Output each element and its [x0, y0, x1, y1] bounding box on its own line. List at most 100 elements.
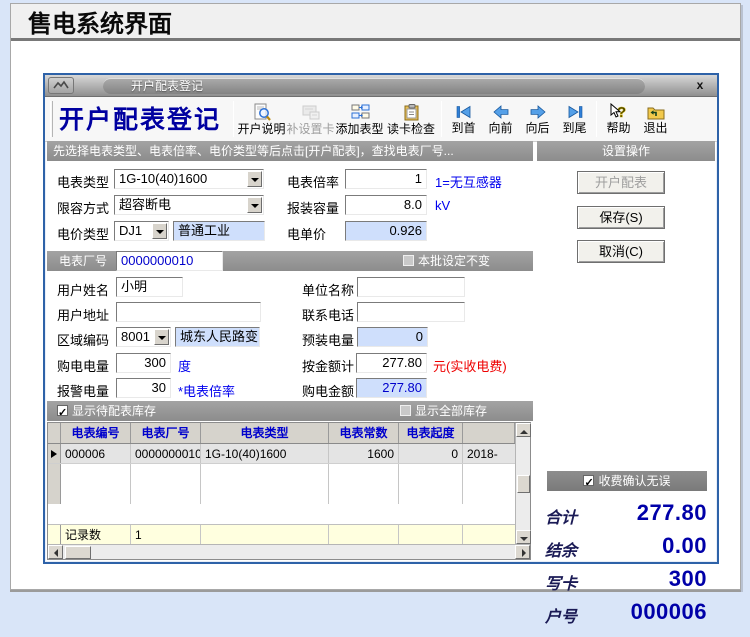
card-setup-icon [302, 105, 320, 119]
window-logo-icon [48, 77, 74, 94]
capacity-input[interactable]: 8.0 [345, 195, 427, 215]
capacity-label: 报装容量 [287, 201, 340, 216]
table-horizontal-scrollbar[interactable] [48, 544, 530, 559]
page-title: 售电系统界面 [11, 4, 740, 41]
scroll-down-icon[interactable] [516, 530, 531, 544]
meter-type-label: 电表类型 [57, 175, 110, 190]
nav-first-icon [456, 105, 470, 119]
exit-button[interactable]: 退出 [637, 98, 674, 140]
region-desc: 城东人民路变 [175, 327, 260, 347]
content-panel: 售电系统界面 开户配表登记 x 开户配表登记 开户说明 补设置卡 添加表型 读卡… [10, 3, 741, 626]
nav-next-icon [530, 105, 546, 119]
org-name-input[interactable] [357, 277, 465, 297]
checkbox-icon [400, 405, 411, 416]
toolbar-separator [596, 101, 598, 137]
scroll-right-icon[interactable] [515, 545, 530, 559]
table-empty-row [48, 484, 515, 504]
meter-type-select[interactable]: 1G-10(40)1600 [114, 169, 264, 189]
region-row: 区域编码 8001 城东人民路变 预装电量 0 [45, 327, 535, 349]
alarm-qty-input[interactable]: 30 [116, 378, 171, 398]
user-name-label: 用户姓名 [57, 283, 110, 298]
meter-ratio-label: 电表倍率 [287, 175, 340, 190]
dialog-titlebar[interactable]: 开户配表登记 x [45, 75, 717, 97]
scroll-thumb[interactable] [65, 545, 91, 559]
write-card-row: 写卡 300 [543, 565, 711, 595]
total-value: 277.80 [636, 500, 707, 525]
unit-price-label: 电单价 [287, 227, 327, 242]
user-name-row: 用户姓名 小明 单位名称 [45, 277, 535, 299]
preload-qty-value: 0 [357, 327, 428, 347]
scroll-left-icon[interactable] [48, 545, 63, 559]
address-input[interactable] [116, 302, 261, 322]
purchase-qty-input[interactable]: 300 [116, 353, 171, 373]
purchase-qty-row: 购电电量 300 度 按金额计 277.80 元(实收电费) [45, 353, 535, 375]
account-no-row: 户号 000006 [543, 598, 711, 628]
table-row[interactable]: 000006 0000000010 1G-10(40)1600 1600 0 2… [48, 444, 515, 464]
meter-ratio-hint: 1=无互感器 [435, 175, 502, 190]
write-card-label: 写卡 [545, 574, 578, 593]
purchase-amt-label: 购电金额 [302, 384, 355, 399]
factory-no-input[interactable]: 0000000010 [116, 251, 223, 271]
svg-text:?: ? [617, 104, 626, 121]
table-header-row: 电表编号 电表厂号 电表类型 电表常数 电表起度 [48, 423, 515, 444]
chevron-down-icon[interactable] [247, 197, 262, 213]
by-amount-input[interactable]: 277.80 [356, 353, 427, 373]
limit-mode-label: 限容方式 [57, 201, 110, 216]
nav-prev-icon [492, 105, 508, 119]
supplement-card-button: 补设置卡 [286, 98, 335, 140]
fee-confirm-checkbox[interactable]: 收费确认无误 [547, 471, 707, 493]
record-count-label: 记录数 [61, 525, 131, 544]
factory-no-bar: 电表厂号 0000000010 本批设定不变 [47, 251, 533, 271]
phone-label: 联系电话 [302, 308, 355, 323]
dialog-title: 开户配表登记 [103, 78, 645, 94]
batch-lock-checkbox[interactable]: 本批设定不变 [403, 251, 490, 271]
cancel-button[interactable]: 取消(C) [577, 240, 665, 263]
checkbox-checked-icon [57, 403, 68, 423]
show-all-stock-checkbox[interactable]: 显示全部库存 [400, 401, 487, 421]
purchase-qty-hint: 度 [178, 359, 192, 374]
show-pending-stock-checkbox[interactable]: 显示待配表库存 [57, 401, 156, 423]
table-vertical-scrollbar[interactable] [515, 423, 531, 544]
preload-qty-label: 预装电量 [302, 333, 355, 348]
alarm-qty-row: 报警电量 30 *电表倍率 购电金额 277.80 [45, 378, 535, 400]
price-type-label: 电价类型 [57, 227, 110, 242]
help-button[interactable]: ? 帮助 [600, 98, 637, 140]
scroll-up-icon[interactable] [516, 423, 531, 437]
nav-first-button[interactable]: 到首 [445, 98, 482, 140]
table-empty-row [48, 464, 515, 484]
limit-mode-select[interactable]: 超容断电 [114, 195, 264, 215]
nav-next-button[interactable]: 向后 [519, 98, 556, 140]
by-amount-label: 按金额计 [302, 359, 355, 374]
open-account-help-button[interactable]: 开户说明 [237, 98, 286, 140]
save-button[interactable]: 保存(S) [577, 206, 665, 229]
side-panel: 开户配表 保存(S) 取消(C) 收费确认无误 合计 277.80 结余 0.0… [537, 141, 717, 626]
checkbox-icon [403, 255, 414, 266]
price-type-select[interactable]: DJ1 [114, 221, 169, 241]
nav-prev-button[interactable]: 向前 [482, 98, 519, 140]
instruction-bar: 先选择电表类型、电表倍率、电价类型等后点击[开户配表]，查找电表厂号... [47, 141, 533, 161]
address-label: 用户地址 [57, 308, 110, 323]
capacity-hint: kV [435, 198, 451, 213]
add-meter-type-button[interactable]: 添加表型 [335, 98, 384, 140]
chevron-down-icon[interactable] [247, 171, 262, 187]
factory-no-label: 电表厂号 [59, 254, 108, 268]
total-label: 合计 [545, 508, 578, 527]
chevron-down-icon[interactable] [152, 223, 167, 239]
phone-input[interactable] [357, 302, 465, 322]
chevron-down-icon[interactable] [154, 329, 169, 345]
meter-ratio-input[interactable]: 1 [345, 169, 427, 189]
region-label: 区域编码 [57, 333, 110, 348]
purchase-amt-value: 277.80 [356, 378, 427, 398]
checkbox-checked-icon [583, 473, 595, 493]
close-icon[interactable]: x [692, 78, 708, 93]
add-meter-type-icon [351, 104, 370, 118]
balance-value: 0.00 [662, 533, 707, 558]
alarm-qty-label: 报警电量 [57, 384, 110, 399]
scroll-thumb[interactable] [516, 474, 530, 493]
nav-last-button[interactable]: 到尾 [556, 98, 593, 140]
user-name-input[interactable]: 小明 [116, 277, 183, 297]
region-select[interactable]: 8001 [116, 327, 171, 347]
dialog-window: 开户配表登记 x 开户配表登记 开户说明 补设置卡 添加表型 读卡检查 到首 向… [43, 73, 719, 626]
toolbar-separator [441, 101, 443, 137]
read-card-check-button[interactable]: 读卡检查 [384, 98, 438, 140]
